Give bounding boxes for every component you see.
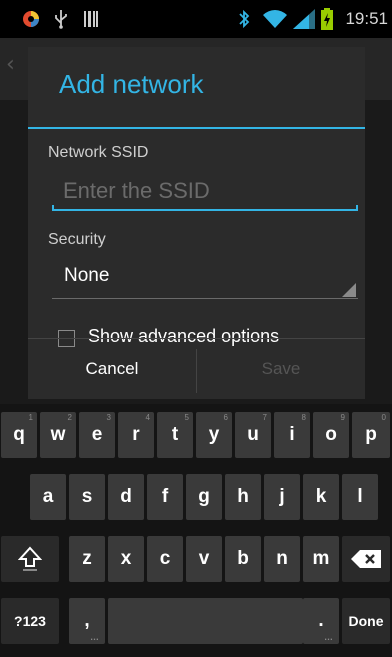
period-key[interactable]: .… (303, 598, 339, 644)
status-time: 19:51 (345, 9, 388, 28)
title-divider (28, 127, 365, 129)
ssid-input[interactable] (52, 171, 358, 211)
key-z[interactable]: z (69, 536, 105, 582)
status-bar: 19:51 (0, 0, 392, 38)
key-v[interactable]: v (186, 536, 222, 582)
barcode-icon (82, 0, 100, 38)
signal-icon (292, 0, 316, 38)
key-e[interactable]: e3 (79, 412, 115, 458)
dropdown-underline (52, 298, 358, 299)
key-h[interactable]: h (225, 474, 261, 520)
key-x[interactable]: x (108, 536, 144, 582)
shift-icon (18, 546, 42, 571)
key-f[interactable]: f (147, 474, 183, 520)
bluetooth-icon (236, 0, 252, 38)
backspace-icon (351, 550, 381, 568)
ssid-label: Network SSID (48, 144, 149, 161)
done-key[interactable]: Done (342, 598, 390, 644)
cancel-button[interactable]: Cancel (28, 339, 196, 399)
key-t[interactable]: t5 (157, 412, 193, 458)
key-l[interactable]: l (342, 474, 378, 520)
key-b[interactable]: b (225, 536, 261, 582)
key-j[interactable]: j (264, 474, 300, 520)
delete-key[interactable] (342, 536, 390, 582)
more-dots-icon: … (324, 632, 333, 642)
symbols-key[interactable]: ?123 (1, 598, 59, 644)
more-dots-icon: … (90, 632, 99, 642)
key-m[interactable]: m (303, 536, 339, 582)
wifi-icon (262, 0, 288, 38)
back-chevron-icon: ‹ (6, 52, 15, 77)
security-label: Security (48, 231, 106, 248)
key-i[interactable]: i8 (274, 412, 310, 458)
soft-keyboard: q1 w2 e3 r4 t5 y6 u7 i8 o9 p0 a s d f g … (0, 404, 392, 657)
key-q[interactable]: q1 (1, 412, 37, 458)
security-value: None (64, 265, 110, 286)
key-d[interactable]: d (108, 474, 144, 520)
key-k[interactable]: k (303, 474, 339, 520)
save-button[interactable]: Save (197, 339, 365, 399)
dialog-title: Add network (59, 69, 204, 99)
space-key[interactable] (108, 598, 303, 644)
add-network-dialog: Add network Network SSID Security None S… (28, 47, 365, 399)
ssid-underline (52, 205, 358, 211)
key-n[interactable]: n (264, 536, 300, 582)
key-w[interactable]: w2 (40, 412, 76, 458)
key-u[interactable]: u7 (235, 412, 271, 458)
key-c[interactable]: c (147, 536, 183, 582)
battery-charging-icon (320, 0, 334, 38)
dropdown-corner-icon (342, 283, 356, 297)
key-o[interactable]: o9 (313, 412, 349, 458)
shift-key[interactable] (1, 536, 59, 582)
app-icon (20, 0, 42, 38)
comma-key[interactable]: ,… (69, 598, 105, 644)
security-dropdown[interactable]: None (52, 259, 358, 299)
key-a[interactable]: a (30, 474, 66, 520)
usb-icon (52, 0, 70, 38)
key-y[interactable]: y6 (196, 412, 232, 458)
key-p[interactable]: p0 (352, 412, 390, 458)
key-s[interactable]: s (69, 474, 105, 520)
key-r[interactable]: r4 (118, 412, 154, 458)
key-g[interactable]: g (186, 474, 222, 520)
